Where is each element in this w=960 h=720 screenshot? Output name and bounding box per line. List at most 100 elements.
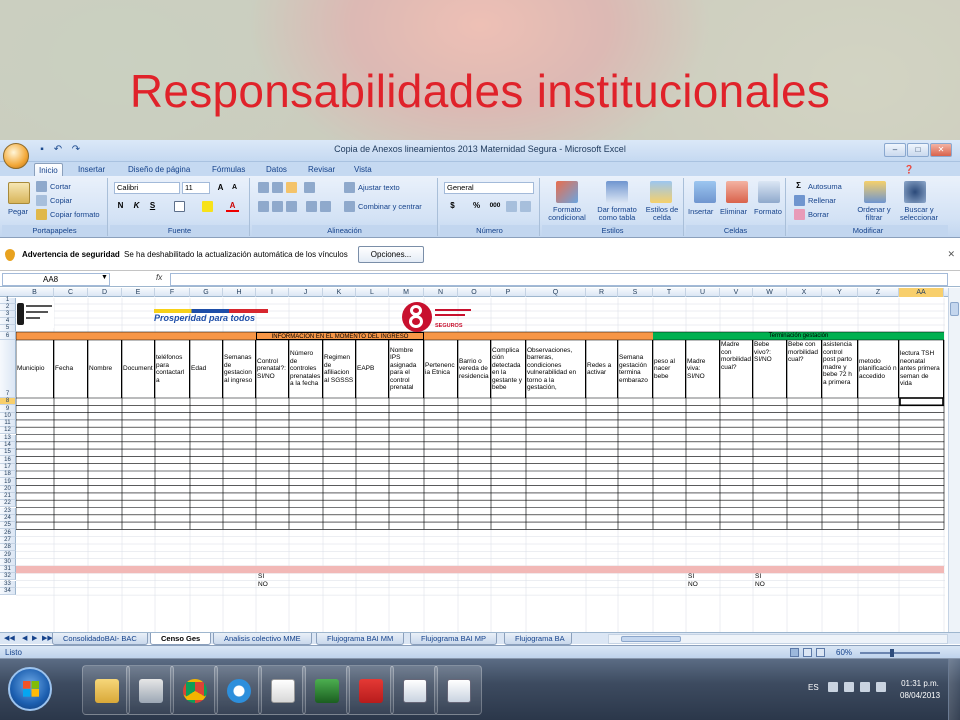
column-header-aa[interactable]: AA <box>899 288 944 297</box>
fx-icon[interactable]: fx <box>156 273 162 282</box>
row-header-32[interactable]: 32 <box>0 573 16 581</box>
maximize-button[interactable]: □ <box>907 143 929 157</box>
band-terminacion-label[interactable]: Terminación gestación <box>653 332 944 340</box>
row-header-18[interactable]: 18 <box>0 471 16 479</box>
fill-button[interactable]: Rellenar <box>808 196 836 205</box>
column-title[interactable]: Document <box>122 340 155 398</box>
column-title[interactable]: Nombre <box>88 340 122 398</box>
tab-inicio[interactable]: Inicio <box>34 163 63 176</box>
zoom-level[interactable]: 60% <box>836 648 852 657</box>
format-cells-button[interactable]: Formato <box>754 207 782 216</box>
column-title[interactable]: Observaciones, barreras, condiciones vul… <box>526 340 586 398</box>
tab-diseno-pagina[interactable]: Diseño de página <box>124 163 194 176</box>
row-header-33[interactable]: 33 <box>0 580 16 588</box>
row-header-8[interactable]: 8 <box>0 398 16 406</box>
column-title[interactable]: Semanas de gestacion al ingreso <box>223 340 256 398</box>
row-header-14[interactable]: 14 <box>0 441 16 450</box>
row-header-17[interactable]: 17 <box>0 463 16 471</box>
shrink-font-icon[interactable]: A <box>228 182 241 194</box>
column-title[interactable]: Bebe con morbilidad cual? <box>787 340 822 398</box>
orientation-icon[interactable] <box>304 182 315 193</box>
row-header-24[interactable]: 24 <box>0 514 16 523</box>
name-box[interactable]: AA8 <box>2 273 110 286</box>
cell-u32[interactable]: SI <box>688 573 694 580</box>
worksheet[interactable]: B C D E F G H I J K L M N O P Q R S T U V W X Y Z AA Prosperidad … <box>0 288 948 633</box>
network-icon[interactable] <box>860 682 870 692</box>
row-header-20[interactable]: 20 <box>0 485 16 493</box>
minimize-button[interactable]: – <box>884 143 906 157</box>
row-header-26[interactable]: 26 <box>0 529 16 537</box>
percent-button[interactable]: % <box>470 200 483 212</box>
decrease-indent-icon[interactable] <box>306 201 317 212</box>
flag-icon[interactable] <box>844 682 854 692</box>
column-title[interactable]: Nombre IPS asignada para el control pren… <box>389 340 424 398</box>
clear-button[interactable]: Borrar <box>808 210 829 219</box>
tab-insertar[interactable]: Insertar <box>74 163 109 176</box>
row-header-34[interactable]: 34 <box>0 587 16 596</box>
taskbar-tasks[interactable] <box>258 665 306 715</box>
column-title[interactable]: Barrio o vereda de residencia <box>458 340 491 398</box>
column-header-g[interactable]: G <box>190 288 223 297</box>
help-icon[interactable]: ❓ <box>900 163 918 176</box>
tray-arrow-icon[interactable] <box>828 682 838 692</box>
grow-font-icon[interactable]: A <box>214 182 227 194</box>
taskbar-window2[interactable] <box>434 665 482 715</box>
language-indicator[interactable]: ES <box>808 683 819 692</box>
column-header-z[interactable]: Z <box>858 288 899 297</box>
band-ingreso-label[interactable]: INFORMACION EN EL MOMENTO DEL INGRESO <box>256 332 424 340</box>
formula-input[interactable] <box>170 273 948 286</box>
find-select-button[interactable]: Buscar y seleccionar <box>894 206 944 222</box>
row-header-16[interactable]: 16 <box>0 456 16 464</box>
row-header-28[interactable]: 28 <box>0 544 16 552</box>
align-left-icon[interactable] <box>258 201 269 212</box>
column-title[interactable]: Redes a activar <box>586 340 618 398</box>
column-title[interactable]: Municipio <box>16 340 54 398</box>
scroll-thumb[interactable] <box>950 302 959 316</box>
column-title[interactable]: Semana gestación termina embarazo <box>618 340 653 398</box>
horizontal-scrollbar[interactable] <box>608 634 948 644</box>
row-header-19[interactable]: 19 <box>0 478 16 486</box>
taskbar-ie[interactable] <box>214 665 262 715</box>
column-header-o[interactable]: O <box>458 288 491 297</box>
row-header-13[interactable]: 13 <box>0 434 16 442</box>
merge-center-button[interactable]: Combinar y centrar <box>358 202 422 211</box>
start-button[interactable] <box>8 667 52 711</box>
cell-w32[interactable]: SI <box>755 573 761 580</box>
align-middle-icon[interactable] <box>272 182 283 193</box>
chevron-down-icon[interactable]: ▼ <box>101 274 108 281</box>
cut-button[interactable]: Cortar <box>50 182 71 191</box>
view-buttons[interactable] <box>790 648 830 657</box>
sheet-tab-censo-ges[interactable]: Censo Ges <box>150 633 212 645</box>
conditional-format-button[interactable]: Formato condicional <box>544 206 590 222</box>
bold-button[interactable]: N <box>114 200 127 212</box>
row-header-10[interactable]: 10 <box>0 412 16 420</box>
insert-cells-button[interactable]: Insertar <box>688 207 713 216</box>
row-header-12[interactable]: 12 <box>0 427 16 435</box>
column-title[interactable]: Bebe vivo?: SI/NO <box>753 340 787 398</box>
underline-button[interactable]: S <box>146 200 159 212</box>
sheet-tab-flujograma-ba[interactable]: Flujograma BA <box>504 633 572 645</box>
decrease-decimal-icon[interactable] <box>520 201 531 212</box>
column-header-r[interactable]: R <box>586 288 618 297</box>
taskbar-explorer[interactable] <box>82 665 130 715</box>
delete-cells-button[interactable]: Eliminar <box>720 207 747 216</box>
cell-i33[interactable]: NO <box>258 581 268 588</box>
row-header-27[interactable]: 27 <box>0 536 16 544</box>
column-header-e[interactable]: E <box>122 288 155 297</box>
row-header-7[interactable]: 7 <box>0 340 16 398</box>
format-painter-button[interactable]: Copiar formato <box>50 210 100 219</box>
fill-color-icon[interactable] <box>202 201 213 212</box>
row-header-21[interactable]: 21 <box>0 492 16 501</box>
taskbar-window1[interactable] <box>390 665 438 715</box>
column-header-t[interactable]: T <box>653 288 686 297</box>
column-header-y[interactable]: Y <box>822 288 858 297</box>
align-center-icon[interactable] <box>272 201 283 212</box>
row-header-6[interactable]: 6 <box>0 332 16 340</box>
tab-vista[interactable]: Vista <box>350 163 376 176</box>
column-header-d[interactable]: D <box>88 288 122 297</box>
align-bottom-icon[interactable] <box>286 182 297 193</box>
close-bar-icon[interactable]: ✕ <box>947 249 955 260</box>
paste-button[interactable]: Pegar <box>8 207 28 216</box>
column-title[interactable]: teléfonos para contactarl a <box>155 340 190 398</box>
column-title[interactable]: Madre viva: SI/NO <box>686 340 720 398</box>
